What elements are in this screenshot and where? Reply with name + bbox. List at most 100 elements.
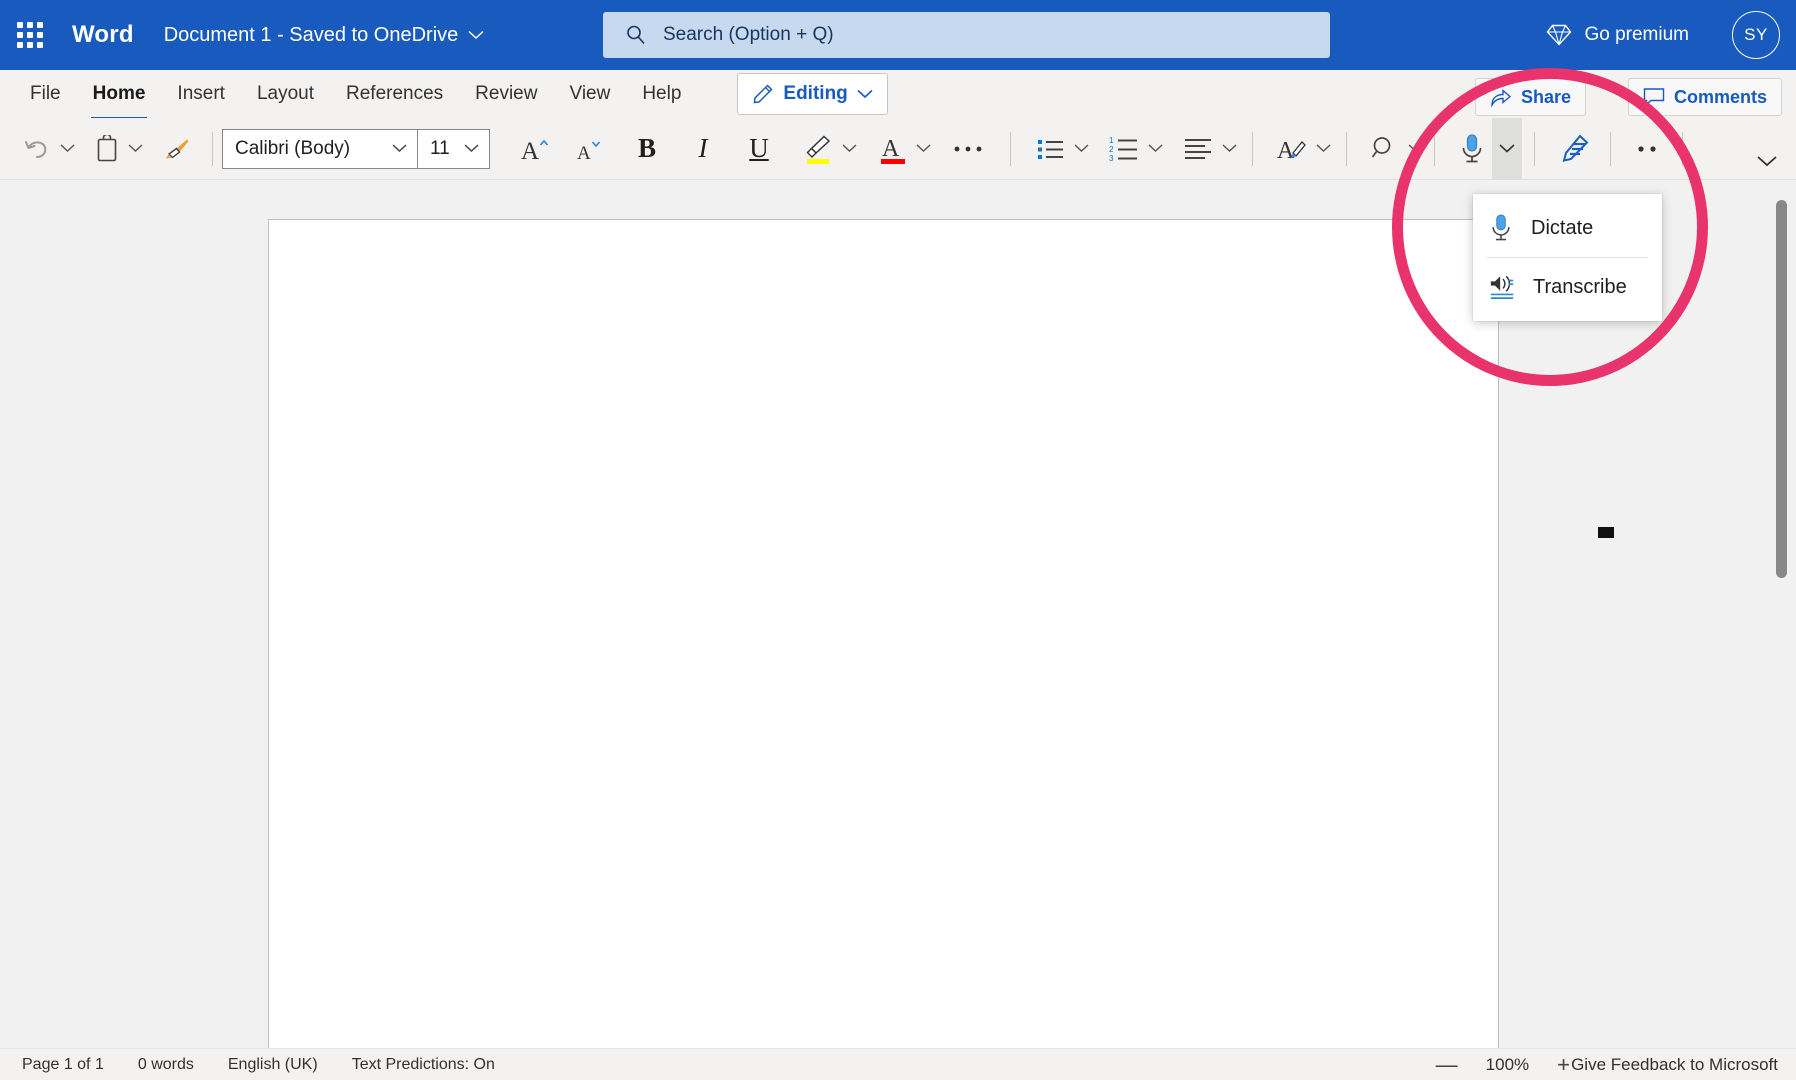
document-title[interactable]: Document 1 - Saved to OneDrive [164, 24, 485, 47]
document-page[interactable] [268, 219, 1499, 1048]
tab-layout[interactable]: Layout [241, 72, 330, 116]
search-icon [1371, 135, 1399, 163]
selection-marker [1598, 527, 1614, 538]
styles-dropdown-caret[interactable] [1314, 144, 1332, 153]
menu-item-transcribe[interactable]: Transcribe [1473, 258, 1662, 316]
avatar[interactable]: SY [1732, 11, 1780, 59]
app-launcher-icon[interactable] [8, 13, 52, 57]
chevron-down-icon [392, 144, 407, 153]
title-bar: Word Document 1 - Saved to OneDrive Sear… [0, 0, 1796, 70]
dictate-button[interactable] [1452, 126, 1492, 172]
chevron-down-icon [857, 89, 873, 99]
styles-button[interactable]: A [1270, 126, 1314, 172]
scrollbar-thumb[interactable] [1776, 200, 1787, 578]
toolbar-separator [212, 131, 213, 166]
menu-item-label: Transcribe [1533, 275, 1627, 298]
search-placeholder: Search (Option + Q) [663, 24, 834, 45]
menu-item-dictate[interactable]: Dictate [1473, 199, 1662, 257]
highlight-dropdown-caret[interactable] [840, 144, 858, 153]
tab-references[interactable]: References [330, 72, 459, 116]
underline-icon: U [749, 133, 769, 163]
font-color-dropdown-caret[interactable] [914, 144, 932, 153]
ellipsis-icon [1635, 144, 1665, 154]
search-input[interactable]: Search (Option + Q) [603, 12, 1330, 58]
font-name-select[interactable]: Calibri (Body) [222, 128, 418, 169]
numbering-dropdown-caret[interactable] [1146, 144, 1164, 153]
bold-button[interactable]: B [630, 126, 664, 172]
highlight-button[interactable] [796, 126, 840, 172]
highlighter-icon [803, 133, 833, 165]
tab-home[interactable]: Home [77, 72, 162, 120]
vertical-scrollbar[interactable] [1776, 200, 1787, 1030]
comments-button[interactable]: Comments [1627, 78, 1782, 116]
share-button[interactable]: Share [1474, 78, 1586, 116]
tab-label: Insert [177, 83, 225, 104]
undo-dropdown-caret[interactable] [58, 144, 76, 153]
speaker-waves-icon [1489, 273, 1515, 301]
more-font-options-button[interactable] [946, 126, 990, 172]
editing-label: Editing [783, 83, 848, 104]
paste-dropdown-caret[interactable] [126, 144, 144, 153]
zoom-in-button[interactable]: + [1557, 1053, 1570, 1076]
search-icon [625, 24, 647, 46]
numbering-button[interactable]: 1 2 3 [1102, 126, 1146, 172]
editor-button[interactable] [1552, 126, 1598, 172]
more-toolbar-options-button[interactable] [1628, 126, 1672, 172]
bullets-button[interactable] [1030, 126, 1072, 172]
chevron-down-icon [464, 144, 479, 153]
svg-text:2: 2 [1109, 145, 1114, 154]
text-predictions-label[interactable]: Text Predictions: On [352, 1056, 495, 1074]
paste-button[interactable] [88, 126, 126, 172]
styles-icon: A [1277, 135, 1307, 163]
ellipsis-icon [953, 144, 983, 154]
page-count-label[interactable]: Page 1 of 1 [22, 1056, 104, 1074]
italic-button[interactable]: I [686, 126, 720, 172]
editing-mode-button[interactable]: Editing [737, 73, 888, 115]
find-button[interactable] [1364, 126, 1406, 172]
svg-text:1: 1 [1109, 136, 1114, 145]
underline-button[interactable]: U [742, 126, 776, 172]
format-painter-button[interactable] [156, 126, 198, 172]
clipboard-icon [95, 134, 119, 163]
editor-pen-icon [1559, 134, 1591, 164]
comment-bubble-icon [1643, 87, 1665, 107]
tab-label: References [346, 83, 444, 104]
grow-font-button[interactable]: A [512, 126, 558, 172]
font-color-button[interactable]: A [872, 126, 914, 172]
numbered-list-icon: 1 2 3 [1109, 136, 1139, 162]
alignment-button[interactable] [1176, 126, 1220, 172]
toolbar-separator [1252, 131, 1253, 166]
toolbar-separator [1534, 131, 1535, 166]
tab-insert[interactable]: Insert [161, 72, 241, 116]
word-count-label[interactable]: 0 words [138, 1056, 194, 1074]
bulleted-list-icon [1037, 137, 1065, 161]
tab-file[interactable]: File [14, 72, 77, 116]
svg-text:3: 3 [1109, 154, 1114, 162]
bullets-dropdown-caret[interactable] [1072, 144, 1090, 153]
comments-label: Comments [1673, 86, 1767, 107]
pencil-icon [752, 83, 774, 105]
font-size-value: 11 [430, 137, 450, 159]
collapse-ribbon-button[interactable] [1752, 147, 1782, 175]
tab-label: Home [92, 83, 146, 104]
shrink-font-button[interactable]: A [568, 126, 612, 172]
undo-button[interactable] [16, 126, 58, 172]
avatar-initials: SY [1744, 25, 1768, 44]
language-label[interactable]: English (UK) [228, 1056, 318, 1074]
tab-help[interactable]: Help [626, 72, 697, 116]
zoom-out-button[interactable]: — [1436, 1053, 1458, 1076]
font-size-select[interactable]: 11 [418, 128, 490, 169]
dictate-dropdown-caret[interactable] [1492, 117, 1522, 180]
zoom-level-label[interactable]: 100% [1486, 1055, 1529, 1075]
alignment-dropdown-caret[interactable] [1220, 144, 1238, 153]
shrink-font-icon: A [575, 135, 605, 163]
tab-review[interactable]: Review [459, 72, 553, 116]
give-feedback-button[interactable]: Give Feedback to Microsoft [1571, 1055, 1778, 1075]
go-premium-label: Go premium [1584, 24, 1689, 45]
diamond-icon [1546, 23, 1572, 47]
tab-view[interactable]: View [553, 72, 626, 116]
find-dropdown-caret[interactable] [1406, 144, 1424, 153]
go-premium-button[interactable]: Go premium [1546, 23, 1689, 47]
tab-label: Help [642, 83, 682, 104]
toolbar-separator [1434, 131, 1435, 166]
